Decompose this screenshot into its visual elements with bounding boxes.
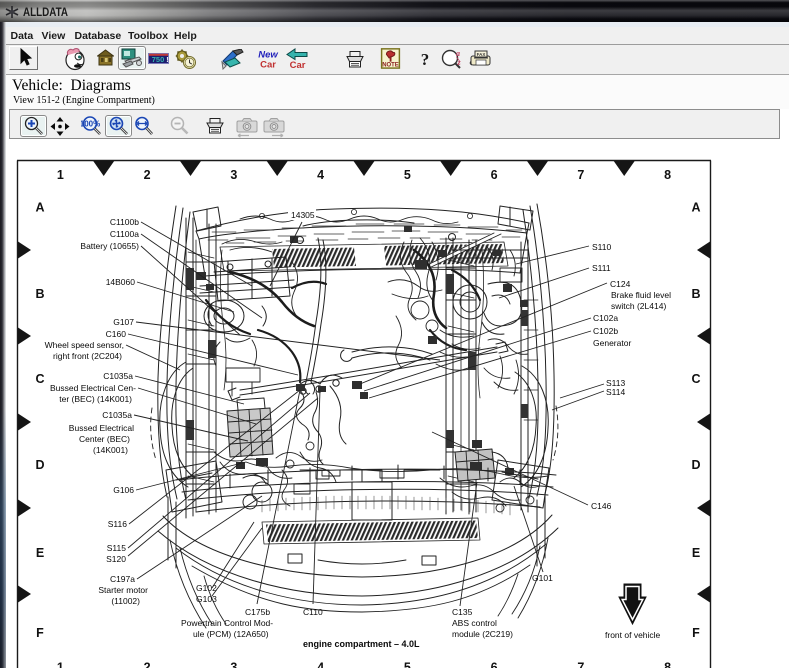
- svg-text:750: 750: [152, 55, 165, 64]
- svg-text:B: B: [35, 287, 44, 301]
- svg-text:C102b: C102b: [593, 326, 618, 336]
- svg-text:F: F: [36, 626, 44, 640]
- svg-text:S115: S115: [107, 543, 126, 553]
- svg-text:2: 2: [144, 168, 151, 182]
- svg-text:G101: G101: [532, 573, 553, 583]
- svg-text:E: E: [36, 546, 44, 560]
- svg-text:8: 8: [664, 168, 671, 182]
- svg-text:Bussed Electrical: Bussed Electrical: [69, 423, 134, 433]
- svg-text:C1035a: C1035a: [102, 410, 132, 420]
- svg-text:B: B: [691, 287, 700, 301]
- svg-text:engine compartment – 4.0L: engine compartment – 4.0L: [303, 639, 420, 649]
- svg-text:C: C: [691, 372, 700, 386]
- svg-text:C1035a: C1035a: [103, 371, 133, 381]
- svg-text:ABS control: ABS control: [452, 618, 497, 628]
- svg-text:switch (2L414): switch (2L414): [611, 301, 666, 311]
- svg-text:module (2C219): module (2C219): [452, 629, 513, 639]
- svg-text:7: 7: [577, 661, 584, 668]
- svg-text:front of vehicle: front of vehicle: [605, 630, 661, 640]
- svg-text:(14K001): (14K001): [93, 445, 128, 455]
- svg-text:Starter motor: Starter motor: [98, 585, 148, 595]
- svg-text:Brake fluid level: Brake fluid level: [611, 290, 671, 300]
- svg-text:14305: 14305: [291, 210, 315, 220]
- svg-text:Battery (10655): Battery (10655): [80, 241, 139, 251]
- svg-text:C110: C110: [303, 607, 323, 617]
- svg-text:FAX: FAX: [477, 52, 486, 57]
- svg-text:C124: C124: [610, 279, 631, 289]
- svg-text:G102: G102: [196, 583, 217, 593]
- svg-text:S114: S114: [606, 387, 625, 397]
- svg-text:2: 2: [144, 661, 151, 668]
- svg-text:Powertrain Control Mod-: Powertrain Control Mod-: [181, 618, 273, 628]
- svg-text:D: D: [691, 458, 700, 472]
- svg-text:4: 4: [317, 168, 324, 182]
- svg-text:ter (BEC) (14K001): ter (BEC) (14K001): [59, 394, 132, 404]
- svg-text:Center (BEC): Center (BEC): [79, 434, 130, 444]
- svg-text:a: a: [456, 49, 460, 58]
- svg-text:S111: S111: [592, 263, 611, 273]
- svg-text:right front (2C204): right front (2C204): [53, 351, 122, 361]
- svg-text:8: 8: [664, 661, 671, 668]
- svg-text:S110: S110: [592, 242, 611, 252]
- svg-text:C160: C160: [106, 329, 127, 339]
- svg-text:1: 1: [57, 168, 64, 182]
- svg-text:Car: Car: [260, 60, 276, 71]
- svg-text:S116: S116: [108, 519, 127, 529]
- svg-text:G106: G106: [113, 485, 134, 495]
- svg-text:3: 3: [230, 168, 237, 182]
- svg-text:Bussed Electrical Cen-: Bussed Electrical Cen-: [50, 383, 136, 393]
- svg-text:C: C: [35, 372, 44, 386]
- svg-text:F: F: [692, 626, 700, 640]
- svg-text:100%: 100%: [81, 120, 100, 129]
- svg-text:E: E: [692, 546, 700, 560]
- svg-text:ule (PCM) (12A650): ule (PCM) (12A650): [193, 629, 269, 639]
- svg-text:C175b: C175b: [245, 607, 270, 617]
- svg-text:7: 7: [577, 168, 584, 182]
- svg-text:z: z: [457, 58, 462, 67]
- svg-text:5: 5: [404, 168, 411, 182]
- svg-text:1: 1: [57, 661, 64, 668]
- svg-text:6: 6: [491, 661, 498, 668]
- svg-text:4: 4: [317, 661, 324, 668]
- svg-text:NOTE: NOTE: [382, 63, 399, 69]
- svg-text:A: A: [35, 201, 44, 215]
- svg-text:C102a: C102a: [593, 313, 618, 323]
- svg-text:D: D: [35, 458, 44, 472]
- svg-text:5: 5: [404, 661, 411, 668]
- svg-text:3: 3: [230, 661, 237, 668]
- svg-text:C197a: C197a: [110, 574, 135, 584]
- svg-text:S120: S120: [106, 554, 126, 564]
- svg-text:Wheel speed sensor,: Wheel speed sensor,: [45, 340, 124, 350]
- svg-text:Generator: Generator: [593, 338, 631, 348]
- svg-text:14B060: 14B060: [106, 277, 136, 287]
- svg-text:G103: G103: [196, 594, 217, 604]
- svg-text:6: 6: [491, 168, 498, 182]
- svg-text:Car: Car: [290, 60, 306, 70]
- svg-text:(11002): (11002): [111, 596, 140, 606]
- svg-text:G107: G107: [113, 317, 134, 327]
- svg-text:C1100b: C1100b: [110, 217, 139, 227]
- svg-text:A: A: [691, 201, 700, 215]
- svg-text:C1100a: C1100a: [110, 229, 139, 239]
- svg-text:C146: C146: [591, 501, 612, 511]
- svg-text:C135: C135: [452, 607, 473, 617]
- svg-text:?: ?: [421, 50, 430, 69]
- svg-text:!: !: [166, 57, 168, 64]
